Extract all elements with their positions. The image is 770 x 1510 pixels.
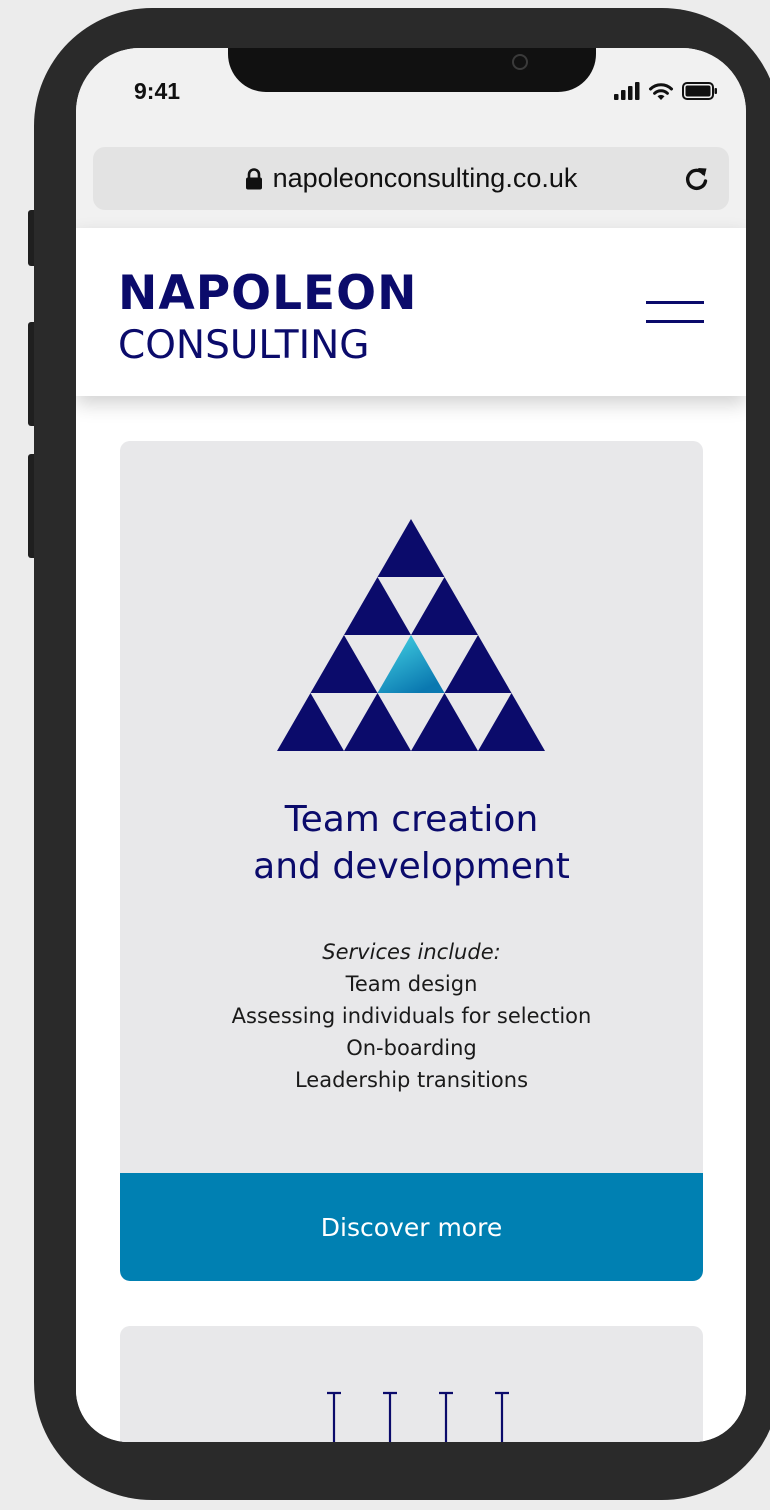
- triangle-top: [377, 519, 445, 577]
- lock-icon: [245, 167, 262, 189]
- triangle-row3-left: [310, 635, 378, 693]
- address-bar[interactable]: napoleonconsulting.co.uk: [93, 147, 729, 210]
- triangle-row4-4: [478, 693, 545, 751]
- menu-line-top: [646, 301, 704, 304]
- battery-icon: [682, 82, 717, 100]
- service-item: Team design: [345, 972, 478, 996]
- reload-icon[interactable]: [683, 165, 711, 193]
- phone-screen: 9:41 napoleonconsulting.co.uk NAPOLEON C…: [76, 48, 746, 1442]
- triangle-row2-left: [344, 577, 411, 635]
- signal-icon: [614, 82, 640, 100]
- address-bar-content: napoleonconsulting.co.uk: [93, 147, 729, 210]
- service-card-2: [120, 1326, 703, 1442]
- brand-logo[interactable]: NAPOLEON CONSULTING: [118, 266, 417, 368]
- site-header: NAPOLEON CONSULTING: [76, 228, 746, 396]
- wifi-icon: [649, 82, 673, 100]
- logo-line-1: NAPOLEON: [118, 266, 418, 321]
- triangle-row4-2: [344, 693, 411, 751]
- triangle-row4-3: [411, 693, 478, 751]
- browser-chrome: napoleonconsulting.co.uk: [76, 130, 746, 228]
- services-list: Services include: Team design Assessing …: [120, 936, 703, 1096]
- service-item: Assessing individuals for selection: [231, 1004, 592, 1028]
- services-intro: Services include:: [322, 940, 501, 964]
- pillars-icon: [327, 1391, 509, 1442]
- triangle-row3-right: [444, 635, 512, 693]
- menu-line-bottom: [646, 320, 704, 323]
- card-title: Team creation and development: [120, 796, 703, 890]
- phone-notch: [228, 48, 596, 92]
- service-item: On-boarding: [346, 1036, 477, 1060]
- card-title-line-2: and development: [253, 846, 570, 887]
- hamburger-menu-icon[interactable]: [646, 301, 704, 323]
- card-title-line-1: Team creation: [284, 799, 539, 840]
- status-time: 9:41: [134, 78, 181, 104]
- url-text: napoleonconsulting.co.uk: [272, 163, 578, 193]
- status-icons: [614, 81, 718, 101]
- service-item: Leadership transitions: [294, 1068, 529, 1092]
- triangle-center-teal: [377, 635, 445, 693]
- triangle-pyramid-icon: [277, 519, 545, 751]
- front-camera: [512, 54, 528, 70]
- service-card: Team creation and development Services i…: [120, 441, 703, 1281]
- discover-more-button[interactable]: Discover more: [120, 1173, 703, 1281]
- page-content: Team creation and development Services i…: [76, 396, 746, 1442]
- triangle-row4-1: [277, 693, 344, 751]
- logo-line-2: CONSULTING: [118, 323, 370, 368]
- triangle-row2-right: [411, 577, 478, 635]
